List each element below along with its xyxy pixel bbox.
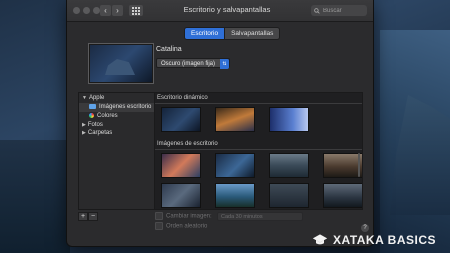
sidebar-group-fotos[interactable]: ▶ Fotos	[82, 122, 103, 128]
window-title: Escritorio y salvapantallas	[183, 5, 271, 14]
divider	[155, 103, 362, 104]
graduation-cap-icon	[312, 234, 328, 245]
thumbnail-catalina-dynamic[interactable]	[161, 107, 201, 132]
chevron-updown-icon: ⇅	[220, 59, 229, 69]
zoom-button[interactable]	[93, 7, 100, 14]
sidebar-item-colores[interactable]: Colores	[89, 113, 118, 119]
change-image-label: Cambiar imagen:	[166, 213, 212, 220]
preview-image	[90, 45, 152, 82]
thumbnail-wallpaper-7[interactable]	[269, 183, 309, 208]
disclosure-open-icon: ▼	[82, 95, 87, 101]
watermark: XATAKA BASICS	[312, 233, 436, 247]
thumbnail-wallpaper-1[interactable]	[161, 153, 201, 178]
interval-select[interactable]: Cada 30 minutos	[217, 212, 303, 221]
thumbnail-wallpaper-5[interactable]	[161, 183, 201, 208]
search-field[interactable]	[311, 5, 367, 16]
tab-escritorio[interactable]: Escritorio	[184, 27, 226, 40]
sidebar-label: Imágenes escritorio	[99, 104, 152, 111]
sidebar-label: Apple	[88, 95, 105, 101]
tab-salvapantallas[interactable]: Salvapantallas	[225, 27, 281, 40]
help-button[interactable]: ?	[361, 224, 369, 232]
thumbnail-solar-gradient[interactable]	[269, 107, 309, 132]
change-image-option[interactable]: Cambiar imagen:	[155, 212, 212, 220]
folder-icon	[89, 104, 96, 109]
disclosure-closed-icon: ▶	[82, 122, 86, 128]
minimize-button[interactable]	[83, 7, 90, 14]
remove-folder-button[interactable]: −	[88, 212, 98, 221]
back-button[interactable]: ‹	[100, 5, 111, 16]
sidebar-label: Carpetas	[87, 130, 113, 136]
thumbnail-wallpaper-8[interactable]	[323, 183, 362, 208]
wallpaper-gallery: Escritorio dinámico Imágenes de escritor…	[154, 92, 363, 210]
title-bar: ‹ › Escritorio y salvapantallas	[67, 0, 373, 22]
sidebar-item-imagenes-escritorio[interactable]: Imágenes escritorio	[79, 103, 154, 112]
forward-button[interactable]: ›	[112, 5, 123, 16]
section-title-dynamic: Escritorio dinámico	[157, 95, 208, 101]
current-wallpaper-preview	[88, 43, 154, 84]
add-folder-button[interactable]: +	[78, 212, 88, 221]
preferences-window: ‹ › Escritorio y salvapantallas Escritor…	[66, 0, 374, 247]
appearance-select[interactable]: Oscuro (imagen fija) ⇅	[156, 58, 230, 69]
close-button[interactable]	[73, 7, 80, 14]
sidebar-group-apple[interactable]: ▼ Apple	[82, 95, 104, 101]
change-image-checkbox[interactable]	[155, 212, 163, 220]
sidebar-label: Fotos	[87, 122, 103, 128]
section-title-images: Imágenes de escritorio	[157, 141, 218, 147]
tab-bar: Escritorio Salvapantallas	[184, 27, 281, 40]
add-remove-folder-control: + −	[78, 212, 98, 221]
disclosure-closed-icon: ▶	[82, 130, 86, 136]
watermark-text: XATAKA BASICS	[333, 233, 436, 247]
sidebar-label: Colores	[97, 113, 118, 120]
thumbnail-mojave-dynamic[interactable]	[215, 107, 255, 132]
gallery-scrollbar[interactable]	[358, 153, 360, 177]
random-order-label: Orden aleatorio	[166, 223, 208, 230]
thumbnail-wallpaper-4[interactable]	[323, 153, 362, 178]
sidebar-group-carpetas[interactable]: ▶ Carpetas	[82, 130, 112, 136]
source-sidebar: ▼ Apple Imágenes escritorio Colores ▶ Foto…	[78, 92, 155, 210]
appearance-value: Oscuro (imagen fija)	[161, 61, 216, 67]
random-order-option[interactable]: Orden aleatorio	[155, 222, 207, 230]
show-all-button[interactable]	[129, 5, 143, 16]
color-wheel-icon	[89, 113, 94, 118]
search-input[interactable]	[320, 7, 367, 14]
thumbnail-wallpaper-6[interactable]	[215, 183, 255, 208]
thumbnail-wallpaper-3[interactable]	[269, 153, 309, 178]
desktop-background-left	[0, 140, 70, 253]
thumbnail-wallpaper-2[interactable]	[215, 153, 255, 178]
wallpaper-name: Catalina	[156, 46, 182, 53]
random-order-checkbox[interactable]	[155, 222, 163, 230]
divider	[155, 149, 362, 150]
